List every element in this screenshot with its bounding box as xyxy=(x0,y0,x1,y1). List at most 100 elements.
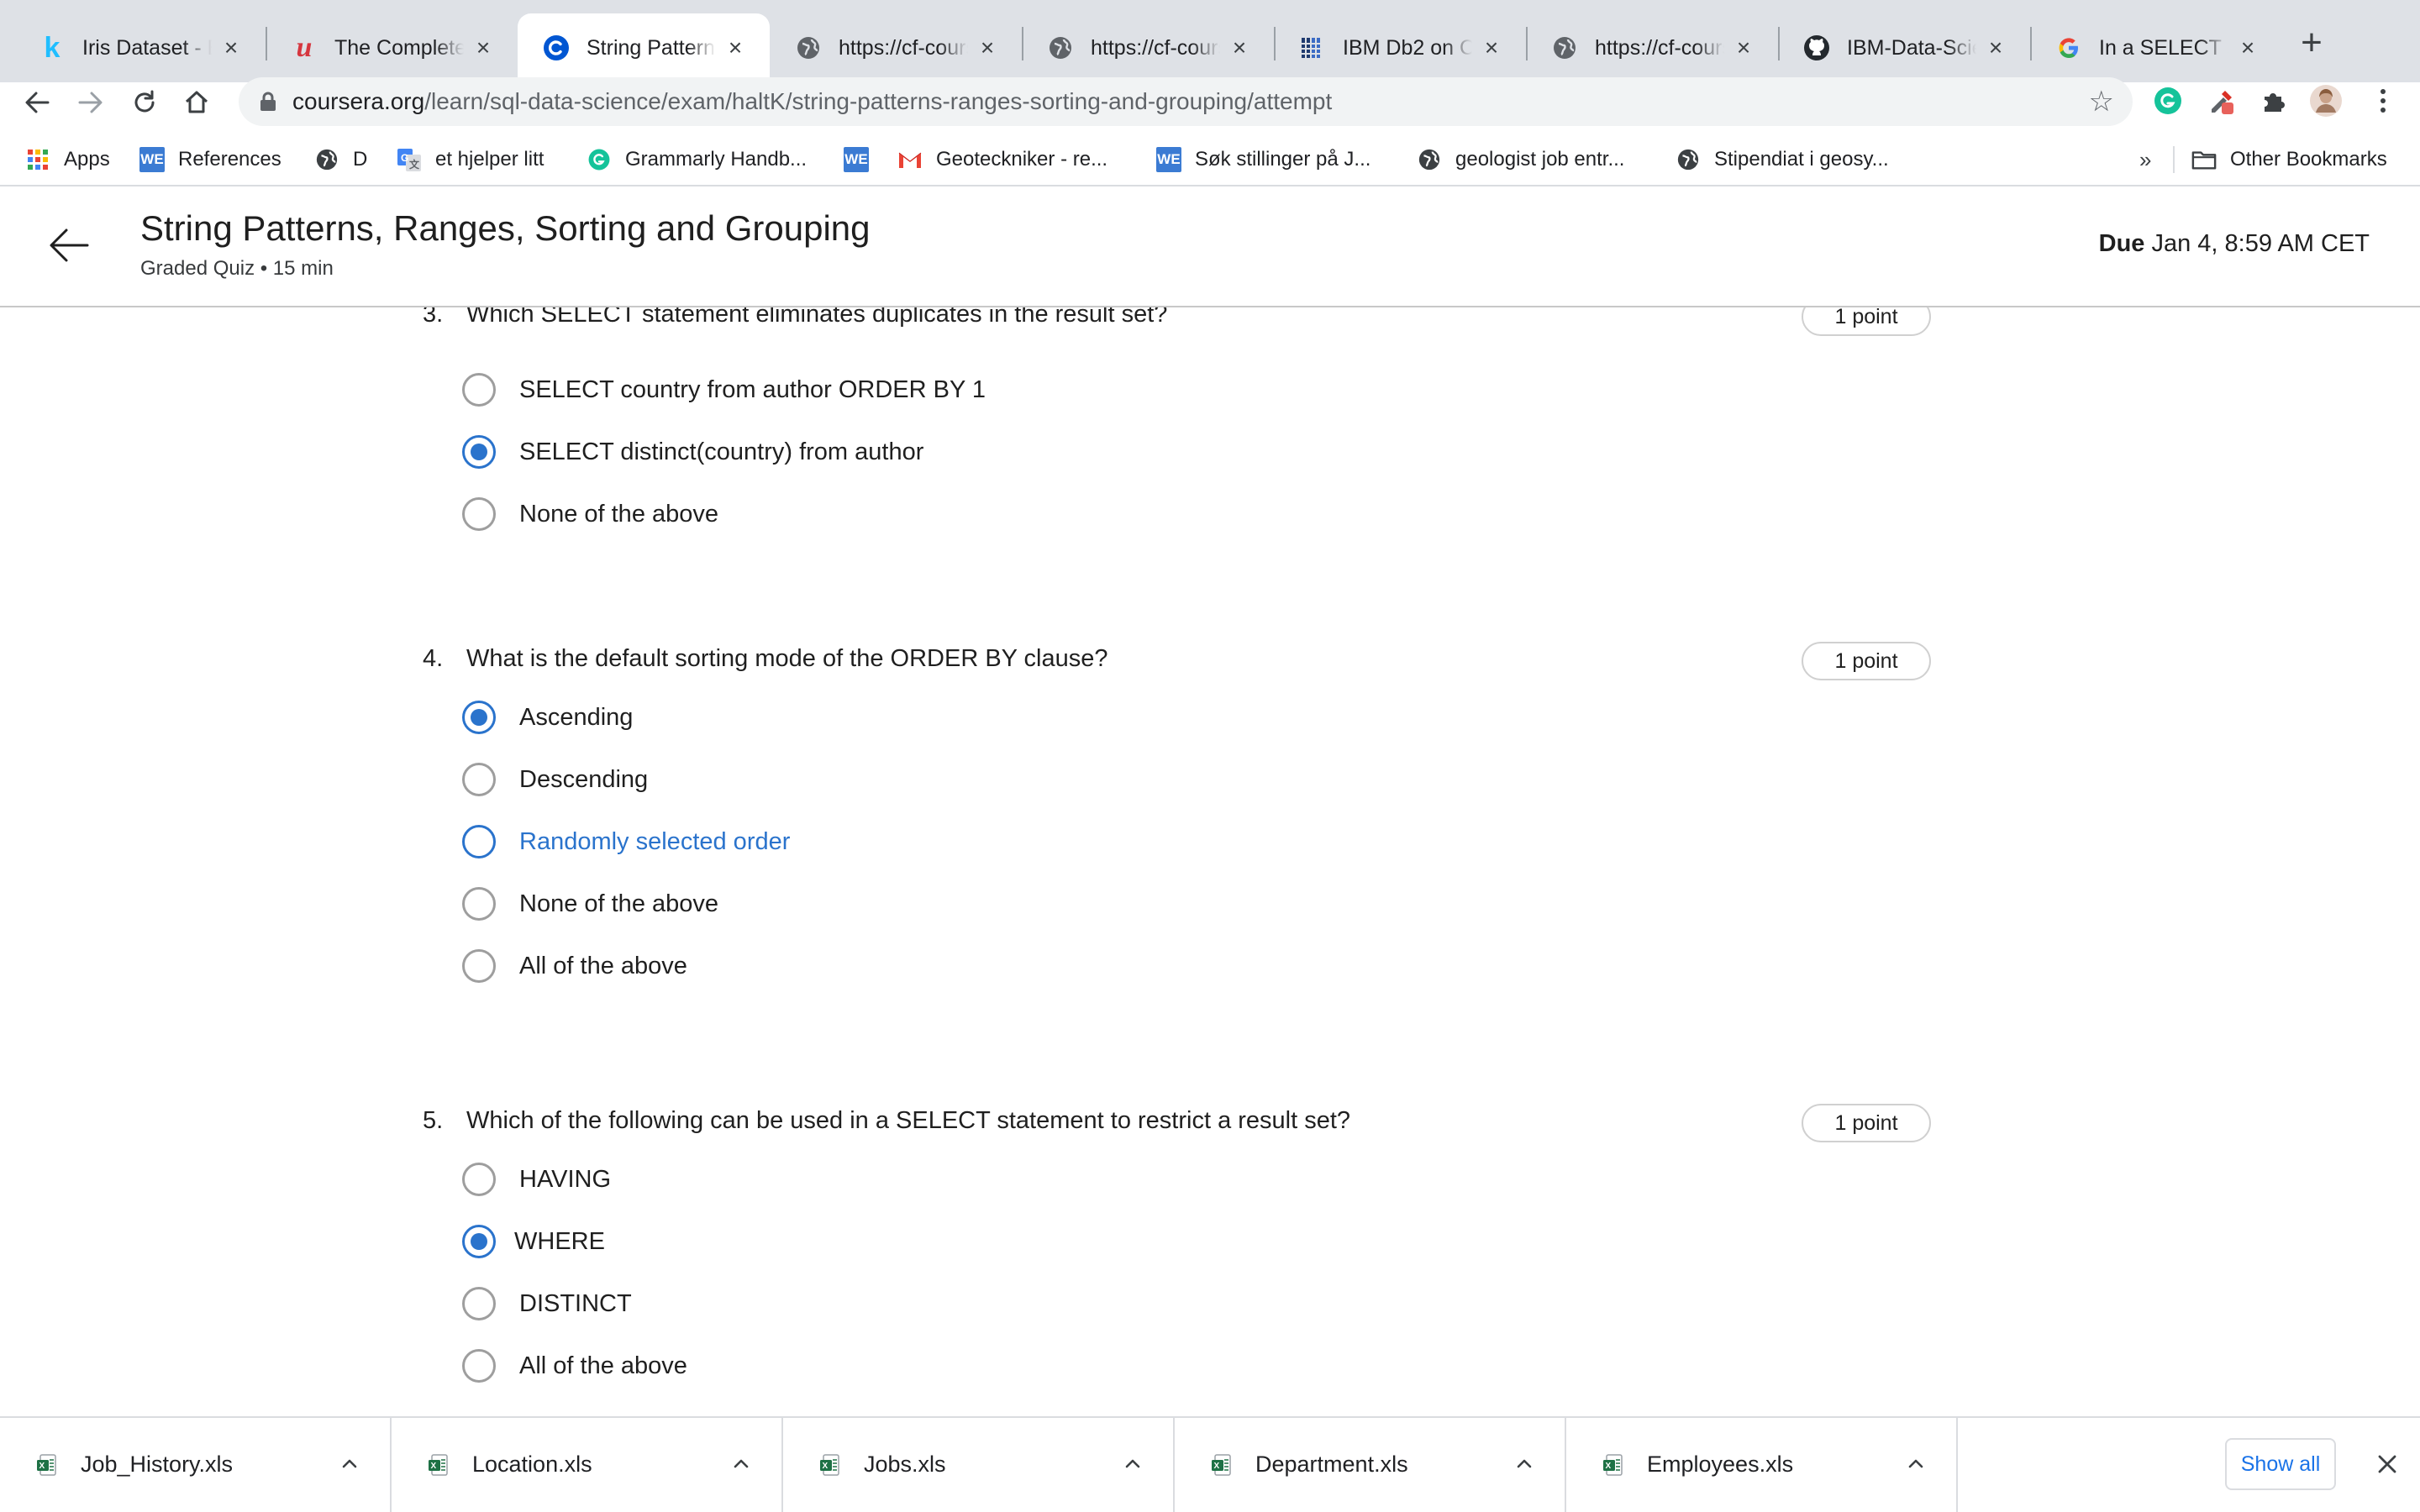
points-badge: 1 point xyxy=(1802,642,1931,680)
bookmark-grammarly[interactable]: Grammarly Handb... xyxy=(587,144,807,175)
bookmarks-overflow-button[interactable]: » xyxy=(2139,144,2151,175)
bookmark-et-hjelper-litt[interactable]: G文 et hjelper litt xyxy=(397,144,544,175)
answer-option[interactable]: WHERE xyxy=(462,1223,605,1260)
svg-text:X: X xyxy=(1606,1462,1612,1471)
tab-cf-courses-2[interactable]: https://cf-courses-data × xyxy=(1022,13,1274,82)
chevron-up-icon[interactable] xyxy=(1902,1450,1929,1477)
close-icon[interactable]: × xyxy=(975,34,1000,60)
tab-cf-courses-3[interactable]: https://cf-courses-data × xyxy=(1526,13,1778,82)
gmail-icon xyxy=(897,147,923,172)
answer-option[interactable]: Randomly selected order xyxy=(462,823,790,860)
answer-option[interactable]: DISTINCT xyxy=(462,1285,632,1322)
answer-option[interactable]: Ascending xyxy=(462,699,633,736)
close-icon[interactable]: × xyxy=(471,34,496,60)
radio-button[interactable] xyxy=(462,497,496,531)
bookmark-stipendiat[interactable]: Stipendiat i geosy... xyxy=(1676,144,1889,175)
close-icon[interactable]: × xyxy=(723,34,748,60)
radio-button[interactable] xyxy=(462,1163,496,1196)
answer-option[interactable]: None of the above xyxy=(462,496,718,533)
back-icon[interactable] xyxy=(17,82,57,123)
close-icon[interactable]: × xyxy=(1227,34,1252,60)
close-icon[interactable]: × xyxy=(1479,34,1504,60)
tab-google-search[interactable]: In a SELECT statement × xyxy=(2030,13,2282,82)
download-item[interactable]: X Department.xls xyxy=(1175,1418,1566,1512)
radio-button[interactable] xyxy=(462,763,496,796)
chrome-menu-icon[interactable] xyxy=(2366,84,2400,118)
tab-iris-dataset[interactable]: k Iris Dataset - Exploratory Data Analys… xyxy=(13,13,266,82)
bookmark-references[interactable]: WE References xyxy=(139,144,281,175)
quiz-header: String Patterns, Ranges, Sorting and Gro… xyxy=(0,186,2420,307)
bookmark-sok-stillinger[interactable]: WE Søk stillinger på J... xyxy=(1156,144,1370,175)
radio-button[interactable] xyxy=(462,887,496,921)
option-label: SELECT distinct(country) from author xyxy=(519,438,924,465)
chevron-up-icon[interactable] xyxy=(1119,1450,1146,1477)
bookmark-star-icon[interactable]: ☆ xyxy=(2089,87,2114,116)
eyedropper-extension-icon[interactable] xyxy=(2205,84,2238,118)
radio-button[interactable] xyxy=(462,373,496,407)
question-text: Which of the following can be used in a … xyxy=(466,1107,1351,1134)
answer-option[interactable]: None of the above xyxy=(462,885,718,922)
chevron-up-icon[interactable] xyxy=(336,1450,363,1477)
reload-icon[interactable] xyxy=(124,82,165,123)
option-label: None of the above xyxy=(519,890,719,917)
bookmark-label: D xyxy=(353,148,368,171)
radio-button-selected[interactable] xyxy=(462,435,496,469)
tab-string-patterns[interactable]: String Patterns, Ranges, Sorting × xyxy=(518,13,770,82)
tab-ibm-db2[interactable]: IBM Db2 on Cloud × xyxy=(1274,13,1526,82)
bookmark-we[interactable]: WE xyxy=(844,144,876,175)
download-item[interactable]: X Job_History.xls xyxy=(0,1418,392,1512)
back-arrow-icon[interactable] xyxy=(44,220,94,270)
radio-button-selected[interactable] xyxy=(462,1225,496,1258)
globe-icon xyxy=(1676,147,1701,172)
profile-avatar[interactable] xyxy=(2309,84,2343,118)
bookmark-d[interactable]: D xyxy=(314,144,367,175)
radio-button[interactable] xyxy=(462,949,496,983)
option-label: WHERE xyxy=(514,1227,605,1255)
bookmark-apps[interactable]: Apps xyxy=(25,144,110,175)
close-icon[interactable] xyxy=(2373,1450,2402,1478)
radio-button[interactable] xyxy=(462,1287,496,1320)
excel-file-icon: X xyxy=(1210,1453,1234,1477)
chevron-up-icon[interactable] xyxy=(1511,1450,1538,1477)
download-item[interactable]: X Jobs.xls xyxy=(783,1418,1175,1512)
download-filename: Job_History.xls xyxy=(81,1452,234,1477)
bookmark-geoteckniker[interactable]: Geoteckniker - re... xyxy=(897,144,1107,175)
bookmark-label: Stipendiat i geosy... xyxy=(1714,148,1889,171)
tab-cf-courses-1[interactable]: https://cf-courses-data × xyxy=(770,13,1022,82)
answer-option[interactable]: SELECT country from author ORDER BY 1 xyxy=(462,371,986,408)
tab-github-ibm[interactable]: IBM-Data-Science × xyxy=(1778,13,2030,82)
question-text: Which SELECT statement eliminates duplic… xyxy=(466,307,1168,328)
download-item[interactable]: X Employees.xls xyxy=(1566,1418,1958,1512)
radio-button[interactable] xyxy=(462,1349,496,1383)
close-icon[interactable]: × xyxy=(2235,34,2260,60)
show-all-downloads-button[interactable]: Show all xyxy=(2225,1438,2336,1490)
download-filename: Employees.xls xyxy=(1647,1452,1794,1477)
address-bar[interactable]: coursera.org/learn/sql-data-science/exam… xyxy=(239,77,2133,126)
grammarly-extension-icon[interactable] xyxy=(2151,84,2185,118)
apps-grid-icon xyxy=(25,147,50,172)
tab-complete-course[interactable]: u The Complete Course × xyxy=(266,13,518,82)
new-tab-button[interactable]: + xyxy=(2292,22,2331,63)
answer-option[interactable]: All of the above xyxy=(462,948,687,984)
radio-button-selected[interactable] xyxy=(462,701,496,734)
answer-option[interactable]: HAVING xyxy=(462,1161,611,1198)
bookmark-geologist-job[interactable]: geologist job entr... xyxy=(1417,144,1624,175)
answer-option[interactable]: Descending xyxy=(462,761,648,798)
answer-option[interactable]: SELECT distinct(country) from author xyxy=(462,433,923,470)
puzzle-extensions-icon[interactable] xyxy=(2257,84,2291,118)
other-bookmarks[interactable]: Other Bookmarks xyxy=(2191,144,2387,175)
option-label: All of the above xyxy=(519,1352,687,1379)
lock-icon[interactable] xyxy=(257,91,279,113)
close-icon[interactable]: × xyxy=(218,34,244,60)
answer-option[interactable]: All of the above xyxy=(462,1347,687,1384)
bookmark-label: Grammarly Handb... xyxy=(625,148,808,171)
option-label: All of the above xyxy=(519,952,687,979)
radio-button[interactable] xyxy=(462,825,496,858)
download-item[interactable]: X Location.xls xyxy=(392,1418,783,1512)
excel-file-icon: X xyxy=(1602,1453,1625,1477)
forward-icon[interactable] xyxy=(71,82,111,123)
close-icon[interactable]: × xyxy=(1983,34,2008,60)
close-icon[interactable]: × xyxy=(1731,34,1756,60)
home-icon[interactable] xyxy=(176,82,217,123)
chevron-up-icon[interactable] xyxy=(728,1450,755,1477)
